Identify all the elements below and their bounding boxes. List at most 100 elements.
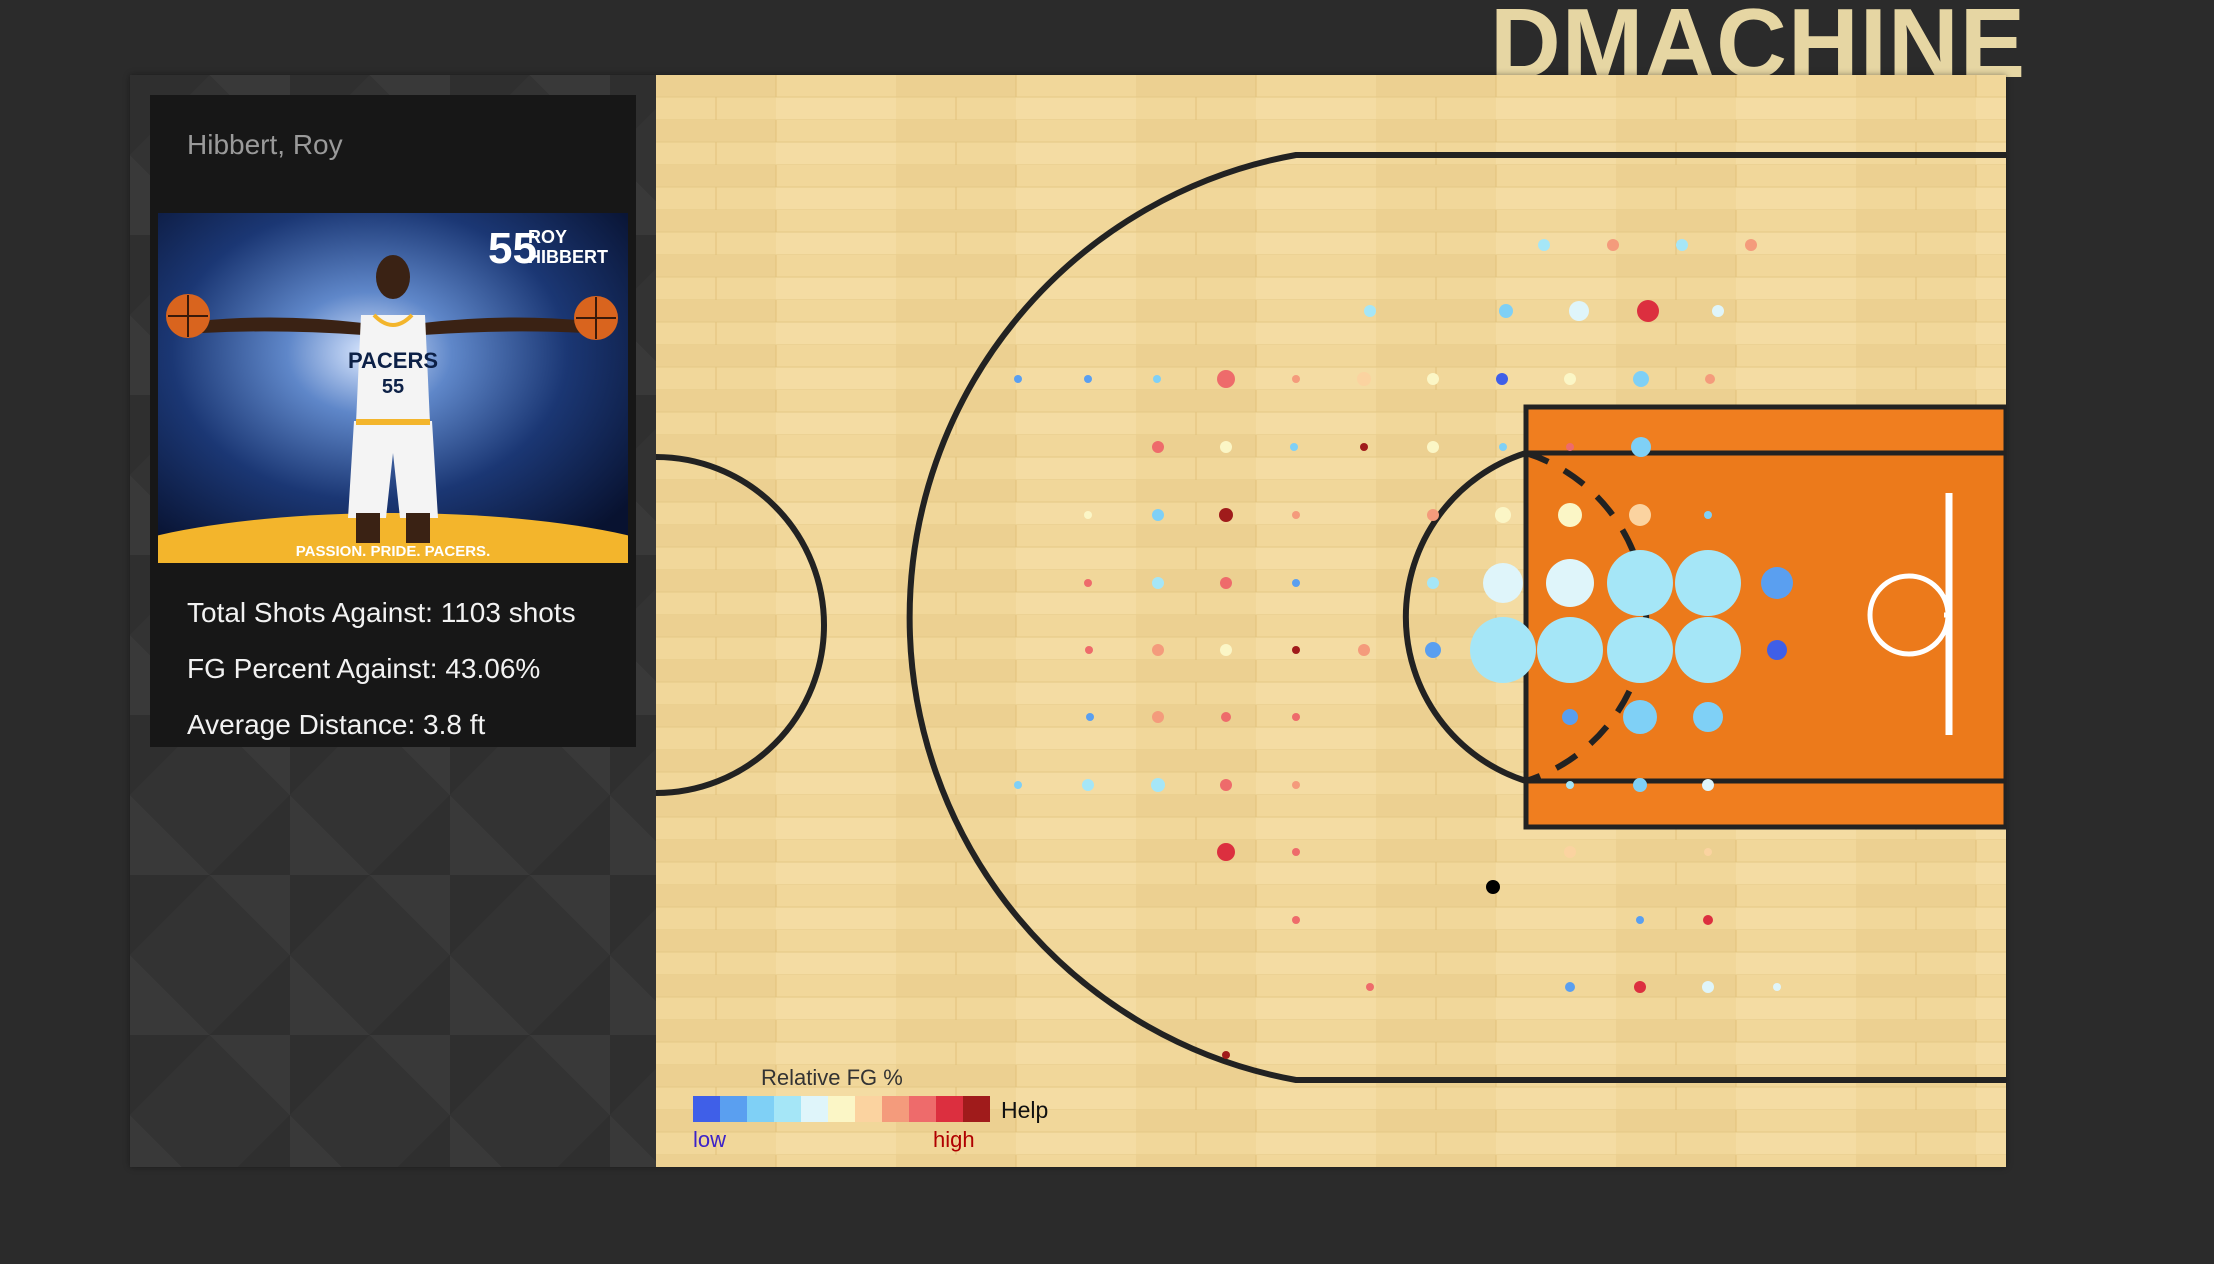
legend-swatch-6	[855, 1096, 882, 1122]
shot-bubble	[1217, 370, 1235, 388]
shot-bubble	[1702, 981, 1714, 993]
shot-bubble	[1631, 437, 1651, 457]
shot-bubble	[1153, 375, 1161, 383]
shot-bubble	[1290, 443, 1298, 451]
legend-swatch-5	[828, 1096, 855, 1122]
shot-bubble	[1607, 239, 1619, 251]
shot-bubble	[1427, 373, 1439, 385]
shot-bubble	[1151, 778, 1165, 792]
legend-color-scale	[693, 1096, 990, 1122]
photo-first-name: ROY	[528, 227, 567, 247]
shot-bubble	[1292, 375, 1300, 383]
shot-bubble	[1358, 644, 1370, 656]
shot-bubble	[1217, 843, 1235, 861]
legend-swatch-8	[909, 1096, 936, 1122]
shot-bubble	[1499, 443, 1507, 451]
player-card: Hibbert, Roy PACERS 55 55 ROY HIBBERT PA…	[150, 95, 636, 747]
brand-logo: DMACHINE	[1490, 0, 2027, 78]
shot-bubble	[1637, 300, 1659, 322]
shot-bubble	[1292, 511, 1300, 519]
legend-swatch-2	[747, 1096, 774, 1122]
shot-bubble	[1558, 503, 1582, 527]
shot-bubble	[1366, 983, 1374, 991]
shot-bubble	[1702, 779, 1714, 791]
shot-bubble	[1427, 441, 1439, 453]
shot-bubble	[1705, 374, 1715, 384]
shot-bubble	[1569, 301, 1589, 321]
help-link[interactable]: Help	[1001, 1097, 1048, 1124]
shot-bubble	[1292, 579, 1300, 587]
shot-bubble	[1712, 305, 1724, 317]
photo-jersey-team: PACERS	[348, 348, 438, 373]
shot-bubble	[1675, 617, 1741, 683]
shot-bubble	[1693, 702, 1723, 732]
shot-bubble	[1761, 567, 1793, 599]
shot-bubble	[1427, 577, 1439, 589]
shot-bubble	[1220, 441, 1232, 453]
shot-bubble	[1014, 781, 1022, 789]
sidebar: Hibbert, Roy PACERS 55 55 ROY HIBBERT PA…	[130, 75, 656, 1167]
shot-bubble	[1483, 563, 1523, 603]
photo-jersey-number: 55	[382, 376, 404, 398]
shot-bubble	[1152, 711, 1164, 723]
shot-bubble	[1357, 372, 1371, 386]
shot-bubble	[1636, 916, 1644, 924]
shot-bubble	[1704, 511, 1712, 519]
shot-bubble	[1425, 642, 1441, 658]
shot-bubble	[1084, 375, 1092, 383]
legend-low-label: low	[693, 1127, 727, 1152]
shot-bubble	[1562, 709, 1578, 725]
shot-bubble	[1633, 371, 1649, 387]
shot-bubble	[1220, 779, 1232, 791]
shot-bubble	[1564, 373, 1576, 385]
shot-bubble	[1084, 579, 1092, 587]
legend-swatch-9	[936, 1096, 963, 1122]
shot-bubble	[1767, 640, 1787, 660]
legend-swatch-0	[693, 1096, 720, 1122]
shot-bubble	[1014, 375, 1022, 383]
shot-bubble	[1085, 646, 1093, 654]
fg-percent-stat: FG Percent Against: 43.06%	[187, 653, 541, 684]
shot-bubble	[1496, 373, 1508, 385]
photo-banner: PASSION. PRIDE. PACERS.	[296, 543, 490, 560]
shot-bubble	[1703, 915, 1713, 925]
shot-bubble	[1220, 644, 1232, 656]
shot-bubble	[1364, 305, 1376, 317]
shot-bubble	[1082, 779, 1094, 791]
player-name: Hibbert, Roy	[187, 129, 343, 160]
shot-bubble	[1360, 443, 1368, 451]
player-photo-illustration: PACERS 55 55 ROY HIBBERT PASSION. PRIDE.…	[158, 213, 628, 563]
shot-bubble	[1219, 508, 1233, 522]
shot-bubble	[1607, 550, 1673, 616]
shot-bubble	[1470, 617, 1536, 683]
shot-bubble	[1152, 441, 1164, 453]
shot-bubble	[1292, 713, 1300, 721]
legend-high-label: high	[933, 1127, 975, 1152]
app-panel: Hibbert, Roy PACERS 55 55 ROY HIBBERT PA…	[130, 75, 2006, 1167]
shot-bubble	[1675, 550, 1741, 616]
shot-bubble	[1084, 511, 1092, 519]
shot-bubble	[1607, 617, 1673, 683]
shot-bubble	[1486, 880, 1500, 894]
legend-swatch-3	[774, 1096, 801, 1122]
court-diagram	[656, 75, 2006, 1167]
shot-bubble	[1220, 577, 1232, 589]
shot-bubble	[1292, 646, 1300, 654]
shot-bubble	[1634, 981, 1646, 993]
legend-swatch-1	[720, 1096, 747, 1122]
shot-bubble	[1499, 304, 1513, 318]
legend-title: Relative FG %	[761, 1065, 903, 1090]
shot-bubble	[1564, 846, 1576, 858]
shot-bubble	[1152, 509, 1164, 521]
shot-chart-court: Relative FG % Help low high	[656, 75, 2006, 1167]
shot-bubble	[1565, 982, 1575, 992]
shot-bubble	[1623, 700, 1657, 734]
shot-bubble	[1676, 239, 1688, 251]
shot-bubble	[1152, 644, 1164, 656]
shot-bubble	[1292, 781, 1300, 789]
shot-bubble	[1537, 617, 1603, 683]
shot-bubble	[1546, 559, 1594, 607]
shot-bubble	[1538, 239, 1550, 251]
shot-bubble	[1086, 713, 1094, 721]
shot-bubble	[1704, 848, 1712, 856]
